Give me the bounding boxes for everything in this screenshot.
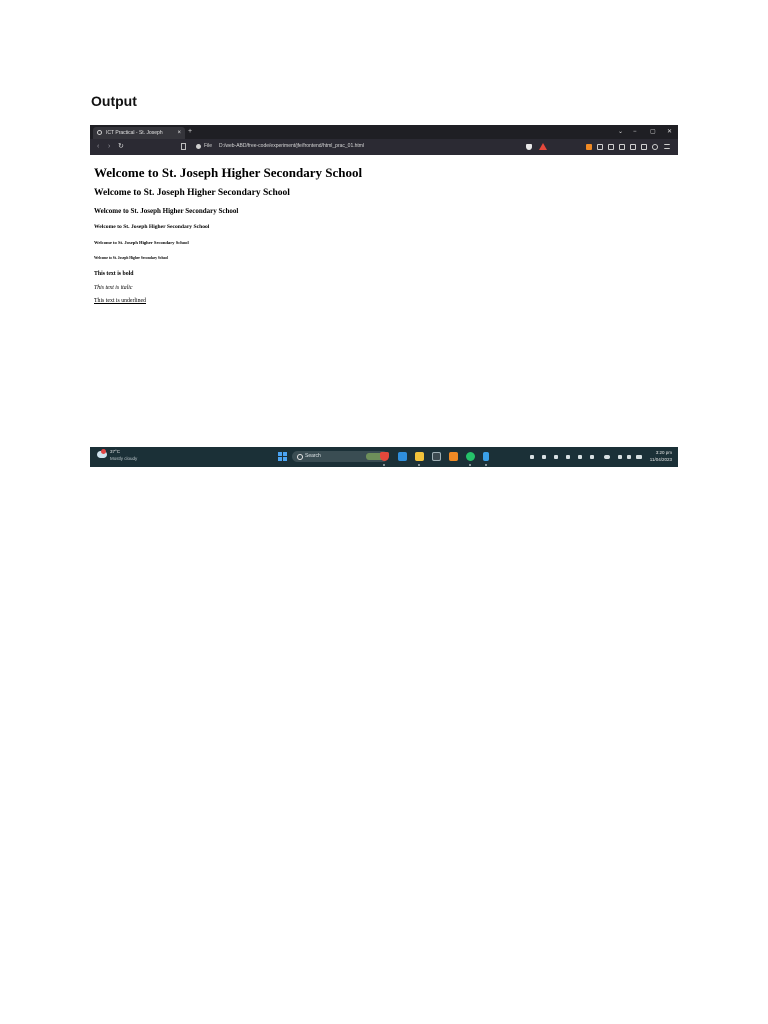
office-app-icon[interactable] (449, 452, 458, 461)
whatsapp-icon[interactable] (466, 452, 475, 461)
clock-time[interactable]: 3:20 pm (656, 450, 672, 456)
minimize-button[interactable]: − (633, 127, 637, 137)
address-bar[interactable]: File D:/web-ABD/free-code/experiment/jfe… (194, 141, 554, 152)
weather-temperature: 37°C (110, 449, 121, 454)
tray-icon[interactable] (566, 455, 570, 459)
sidebar-icon[interactable] (619, 144, 625, 150)
close-window-button[interactable]: ✕ (667, 127, 672, 137)
active-app-indicator (469, 464, 471, 466)
heading-5: Welcome to St. Joseph Higher Secondary S… (94, 240, 189, 245)
clock-date[interactable]: 11/04/2023 (650, 457, 672, 463)
search-label: Search (305, 453, 321, 459)
brave-browser-icon[interactable] (380, 452, 389, 461)
search-icon (297, 454, 303, 460)
windows-start-icon[interactable] (278, 452, 287, 461)
reload-button[interactable]: ↻ (118, 142, 124, 152)
wallet-icon[interactable] (630, 144, 636, 150)
forward-button[interactable]: › (108, 142, 110, 152)
url-text[interactable]: D:/web-ABD/free-code/experiment/jfe/fron… (219, 141, 364, 152)
tray-icon[interactable] (578, 455, 582, 459)
battery-icon[interactable] (636, 455, 642, 459)
heading-3: Welcome to St. Joseph Higher Secondary S… (94, 207, 239, 215)
leo-icon[interactable] (652, 144, 658, 150)
terminal-icon[interactable] (432, 452, 441, 461)
vpn-icon[interactable] (641, 144, 647, 150)
tab-list-button[interactable]: ⌄ (618, 127, 623, 137)
brave-rewards-icon[interactable] (539, 143, 547, 150)
tab-title: ICT Practical - St. Joseph (106, 130, 163, 136)
tray-icon[interactable] (530, 455, 534, 459)
globe-icon (97, 130, 102, 135)
music-icon[interactable] (608, 144, 614, 150)
italic-text: This text is italic (94, 285, 133, 291)
tray-icon[interactable] (542, 455, 546, 459)
document-heading: Output (91, 93, 137, 109)
file-explorer-icon[interactable] (415, 452, 424, 461)
weather-alert-icon (101, 449, 106, 454)
active-app-indicator (418, 464, 420, 466)
shield-icon[interactable] (526, 144, 532, 150)
underlined-text: This text is underlined (94, 298, 147, 304)
vscode-icon[interactable] (398, 452, 407, 461)
browser-screenshot: ICT Practical - St. Joseph × + ⌄ − ▢ ✕ ‹… (90, 125, 678, 467)
weather-description: Mostly cloudy (110, 456, 138, 461)
heading-4: Welcome to St. Joseph Higher Secondary S… (94, 224, 210, 230)
extension-icon[interactable] (586, 144, 592, 150)
heading-2: Welcome to St. Joseph Higher Secondary S… (94, 188, 290, 198)
active-app-indicator (485, 464, 487, 466)
windows-taskbar: 37°C Mostly cloudy Search 3:20 pm 11/04/… (90, 447, 678, 467)
heading-1: Welcome to St. Joseph Higher Secondary S… (94, 165, 363, 180)
back-button[interactable]: ‹ (97, 142, 99, 152)
tray-icon[interactable] (554, 455, 558, 459)
bookmark-icon[interactable] (181, 143, 186, 150)
tab-close-button[interactable]: × (177, 128, 181, 138)
tab-strip: ICT Practical - St. Joseph × + ⌄ − ▢ ✕ (90, 125, 678, 139)
browser-tab[interactable]: ICT Practical - St. Joseph × (93, 127, 185, 139)
phone-link-icon[interactable] (483, 452, 489, 461)
puzzle-icon[interactable] (597, 144, 603, 150)
navigation-bar: ‹ › ↻ File D:/web-ABD/free-code/experime… (90, 139, 678, 155)
info-icon[interactable] (196, 144, 201, 149)
url-scheme-label: File (204, 143, 213, 149)
web-page-content: Welcome to St. Joseph Higher Secondary S… (90, 155, 678, 447)
taskbar-search[interactable]: Search (292, 451, 388, 462)
volume-icon[interactable] (627, 455, 631, 459)
new-tab-button[interactable]: + (188, 127, 192, 137)
wifi-icon[interactable] (618, 455, 622, 459)
maximize-button[interactable]: ▢ (650, 127, 656, 137)
tray-icon[interactable] (590, 455, 594, 459)
cloud-tray-icon[interactable] (604, 455, 610, 459)
bold-text: This text is bold (94, 271, 134, 277)
heading-6: Welcome to St. Joseph Higher Secondary S… (94, 256, 169, 260)
active-app-indicator (383, 464, 385, 466)
menu-icon[interactable] (664, 144, 670, 149)
